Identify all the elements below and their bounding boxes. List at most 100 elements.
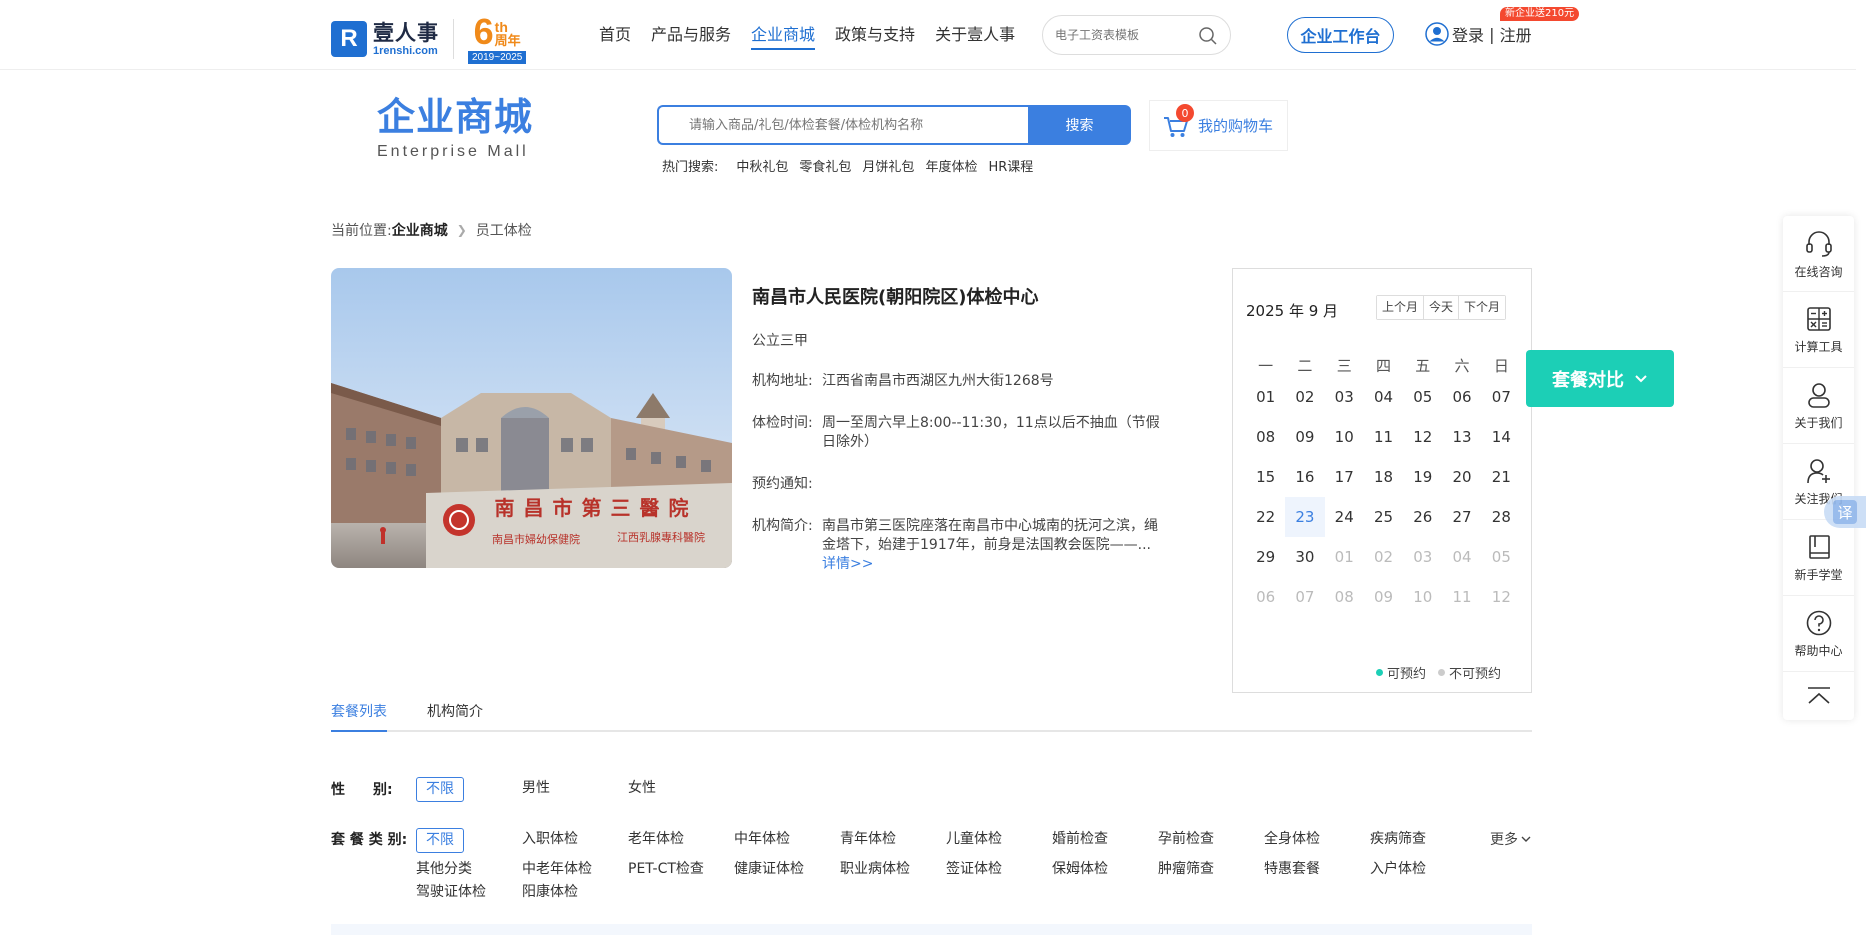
calendar-day[interactable]: 10 [1325,417,1364,457]
beginner-school-button[interactable]: 新手学堂 [1783,520,1854,596]
nav-about[interactable]: 关于壹人事 [935,24,1015,50]
calendar-day[interactable]: 30 [1285,537,1324,577]
package-category-option[interactable]: 入职体检 [522,829,578,849]
package-category-option[interactable]: 婚前检查 [1052,829,1108,849]
calendar-day[interactable]: 07 [1285,577,1324,617]
search-icon[interactable] [1198,26,1218,46]
breadcrumb-mall-link[interactable]: 企业商城 [392,220,448,240]
translate-button[interactable]: 译 [1824,496,1866,528]
site-logo[interactable]: R 壹人事 1renshi.com 6 th 周年 2019~2025 [331,14,527,64]
nav-policy[interactable]: 政策与支持 [835,24,915,50]
calendar-day[interactable]: 17 [1325,457,1364,497]
calendar-day[interactable]: 08 [1246,417,1285,457]
calendar-day[interactable]: 22 [1246,497,1285,537]
package-category-option[interactable]: 青年体检 [840,829,896,849]
calendar-day[interactable]: 23 [1285,497,1325,537]
calendar-day[interactable]: 01 [1246,377,1285,417]
today-button[interactable]: 今天 [1423,296,1459,319]
hot-search-item[interactable]: HR课程 [988,156,1033,175]
calendar-day[interactable]: 08 [1325,577,1364,617]
calendar-day[interactable]: 03 [1403,537,1442,577]
calendar-day[interactable]: 13 [1442,417,1481,457]
mall-logo[interactable]: 企业商城 Enterprise Mall [377,95,533,161]
calendar-day[interactable]: 26 [1403,497,1442,537]
package-compare-button[interactable]: 套餐对比 [1526,350,1674,407]
package-category-option[interactable]: PET-CT检查 [628,859,704,879]
new-enterprise-promo-badge[interactable]: 新企业送210元 [1500,7,1580,21]
calendar-day[interactable]: 06 [1442,377,1481,417]
gender-option-any[interactable]: 不限 [416,777,464,802]
calendar-day[interactable]: 20 [1442,457,1481,497]
package-category-option[interactable]: 健康证体检 [734,859,804,879]
package-category-option[interactable]: 肿瘤筛查 [1158,859,1214,879]
package-category-option[interactable]: 中老年体检 [522,859,592,879]
package-option-any[interactable]: 不限 [416,828,464,853]
calendar-day[interactable]: 02 [1364,537,1403,577]
calendar-day[interactable]: 09 [1285,417,1324,457]
package-category-option[interactable]: 保姆体检 [1052,859,1108,879]
calendar-day[interactable]: 14 [1482,417,1521,457]
calendar-day[interactable]: 15 [1246,457,1285,497]
calendar-day[interactable]: 18 [1364,457,1403,497]
top-search-input[interactable] [1055,28,1195,42]
package-category-option[interactable]: 中年体检 [734,829,790,849]
calendar-day[interactable]: 25 [1364,497,1403,537]
calendar-day[interactable]: 06 [1246,577,1285,617]
package-category-option[interactable]: 特惠套餐 [1264,859,1320,879]
hot-search-item[interactable]: 月饼礼包 [862,156,914,175]
package-category-option[interactable]: 老年体检 [628,829,684,849]
calendar-day[interactable]: 21 [1482,457,1521,497]
online-consult-button[interactable]: 在线咨询 [1783,216,1854,292]
calendar-day[interactable]: 03 [1325,377,1364,417]
gender-option-male[interactable]: 男性 [522,778,550,798]
calendar-day[interactable]: 11 [1442,577,1481,617]
package-category-option[interactable]: 入户体检 [1370,859,1426,879]
login-link[interactable]: 登录 [1452,22,1484,46]
intro-detail-link[interactable]: 详情>> [822,556,873,572]
calendar-day[interactable]: 11 [1364,417,1403,457]
next-month-button[interactable]: 下个月 [1458,296,1506,319]
package-category-option[interactable]: 签证体检 [946,859,1002,879]
calendar-day[interactable]: 12 [1482,577,1521,617]
gender-option-female[interactable]: 女性 [628,778,656,798]
shopping-cart-button[interactable]: 0 我的购物车 [1149,100,1288,151]
more-categories-button[interactable]: 更多 [1490,829,1532,849]
hot-search-item[interactable]: 年度体检 [925,156,977,175]
package-category-option[interactable]: 职业病体检 [840,859,910,879]
package-category-option[interactable]: 其他分类 [416,859,472,879]
calendar-day[interactable]: 04 [1442,537,1481,577]
calendar-day[interactable]: 04 [1364,377,1403,417]
package-category-option[interactable]: 阳康体检 [522,882,578,902]
calendar-day[interactable]: 24 [1325,497,1364,537]
package-category-option[interactable]: 孕前检查 [1158,829,1214,849]
about-us-button[interactable]: 关于我们 [1783,368,1854,444]
tab-package-list[interactable]: 套餐列表 [331,700,387,732]
calendar-day[interactable]: 07 [1482,377,1521,417]
package-category-option[interactable]: 儿童体检 [946,829,1002,849]
mall-search-input[interactable] [657,105,1028,145]
calendar-day[interactable]: 05 [1482,537,1521,577]
calendar-day[interactable]: 02 [1285,377,1324,417]
calendar-day[interactable]: 16 [1285,457,1324,497]
nav-mall[interactable]: 企业商城 [751,24,816,50]
calendar-day[interactable]: 10 [1403,577,1442,617]
calculator-tools-button[interactable]: 计算工具 [1783,292,1854,368]
register-link[interactable]: 注册 [1500,22,1532,46]
package-category-option[interactable]: 疾病筛查 [1370,829,1426,849]
calendar-day[interactable]: 29 [1246,537,1285,577]
help-center-button[interactable]: 帮助中心 [1783,596,1854,672]
nav-home[interactable]: 首页 [599,24,631,50]
hot-search-item[interactable]: 零食礼包 [799,156,851,175]
calendar-day[interactable]: 09 [1364,577,1403,617]
hot-search-item[interactable]: 中秋礼包 [736,156,788,175]
package-category-option[interactable]: 全身体检 [1264,829,1320,849]
mall-search-button[interactable]: 搜索 [1028,105,1131,145]
prev-month-button[interactable]: 上个月 [1377,296,1424,319]
calendar-day[interactable]: 19 [1403,457,1442,497]
nav-products[interactable]: 产品与服务 [651,24,731,50]
calendar-day[interactable]: 05 [1403,377,1442,417]
back-to-top-button[interactable] [1783,672,1854,720]
workbench-button[interactable]: 企业工作台 [1287,17,1394,53]
calendar-day[interactable]: 28 [1482,497,1521,537]
package-category-option[interactable]: 驾驶证体检 [416,882,486,902]
